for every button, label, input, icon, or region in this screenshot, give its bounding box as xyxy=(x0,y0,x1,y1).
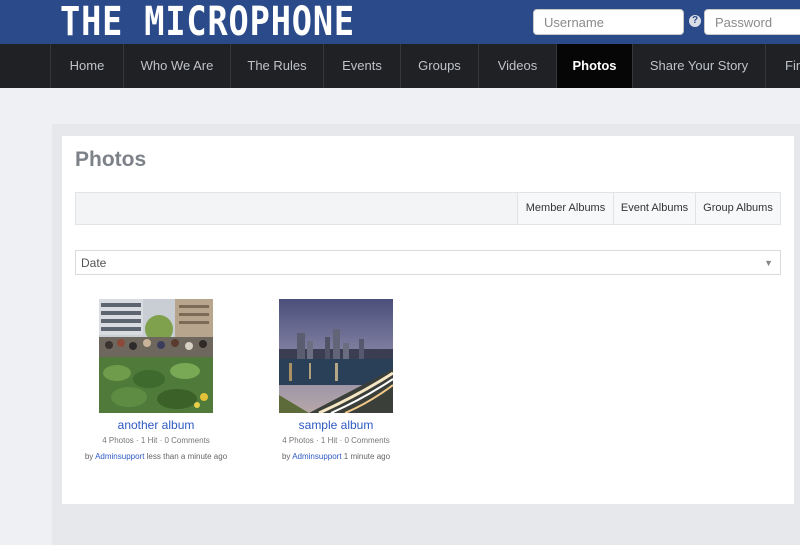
album-title-link[interactable]: sample album xyxy=(241,418,431,432)
byline-prefix: by xyxy=(84,452,94,461)
nav-item-photos[interactable]: Photos xyxy=(556,44,632,88)
album-card: sample album 4 Photos · 1 Hit · 0 Commen… xyxy=(241,299,431,461)
album-filter-tabs: Member Albums Event Albums Group Albums xyxy=(75,192,781,225)
author-link[interactable]: Adminsupport xyxy=(95,452,144,461)
site-header: THE MICROPHONE ? xyxy=(0,0,800,44)
album-thumbnail[interactable] xyxy=(99,299,213,413)
album-title-link[interactable]: another album xyxy=(61,418,251,432)
album-timestamp: less than a minute ago xyxy=(146,452,228,461)
album-byline: by Adminsupport 1 minute ago xyxy=(241,452,431,461)
album-card: another album 4 Photos · 1 Hit · 0 Comme… xyxy=(61,299,251,461)
nav-item-videos[interactable]: Videos xyxy=(478,44,556,88)
nav-item-find[interactable]: Fin xyxy=(765,44,800,88)
sort-select-value: Date xyxy=(81,256,107,270)
tab-member-albums[interactable]: Member Albums xyxy=(517,193,613,224)
page-title: Photos xyxy=(75,148,147,171)
nav-item-groups[interactable]: Groups xyxy=(400,44,478,88)
tab-group-albums[interactable]: Group Albums xyxy=(695,193,780,224)
author-link[interactable]: Adminsupport xyxy=(292,452,341,461)
album-byline: by Adminsupport less than a minute ago xyxy=(61,452,251,461)
album-stats: 4 Photos · 1 Hit · 0 Comments xyxy=(282,436,390,445)
nav-item-events[interactable]: Events xyxy=(323,44,400,88)
skyline-photo-icon xyxy=(279,299,393,413)
username-input[interactable] xyxy=(533,9,684,35)
question-icon[interactable]: ? xyxy=(689,15,701,27)
album-timestamp: 1 minute ago xyxy=(343,452,391,461)
byline-prefix: by xyxy=(281,452,291,461)
album-stats: 4 Photos · 1 Hit · 0 Comments xyxy=(102,436,210,445)
nav-item-home[interactable]: Home xyxy=(50,44,123,88)
nav-item-who-we-are[interactable]: Who We Are xyxy=(123,44,230,88)
main-nav: Home Who We Are The Rules Events Groups … xyxy=(0,44,800,88)
sort-select[interactable]: Date ▼ xyxy=(75,250,781,275)
nav-item-the-rules[interactable]: The Rules xyxy=(230,44,323,88)
nav-item-share-your-story[interactable]: Share Your Story xyxy=(632,44,765,88)
password-input[interactable] xyxy=(704,9,800,35)
chevron-down-icon: ▼ xyxy=(764,258,773,268)
crowd-photo-icon xyxy=(99,299,213,413)
album-thumbnail[interactable] xyxy=(279,299,393,413)
site-logo[interactable]: THE MICROPHONE xyxy=(60,2,355,42)
tab-event-albums[interactable]: Event Albums xyxy=(613,193,695,224)
